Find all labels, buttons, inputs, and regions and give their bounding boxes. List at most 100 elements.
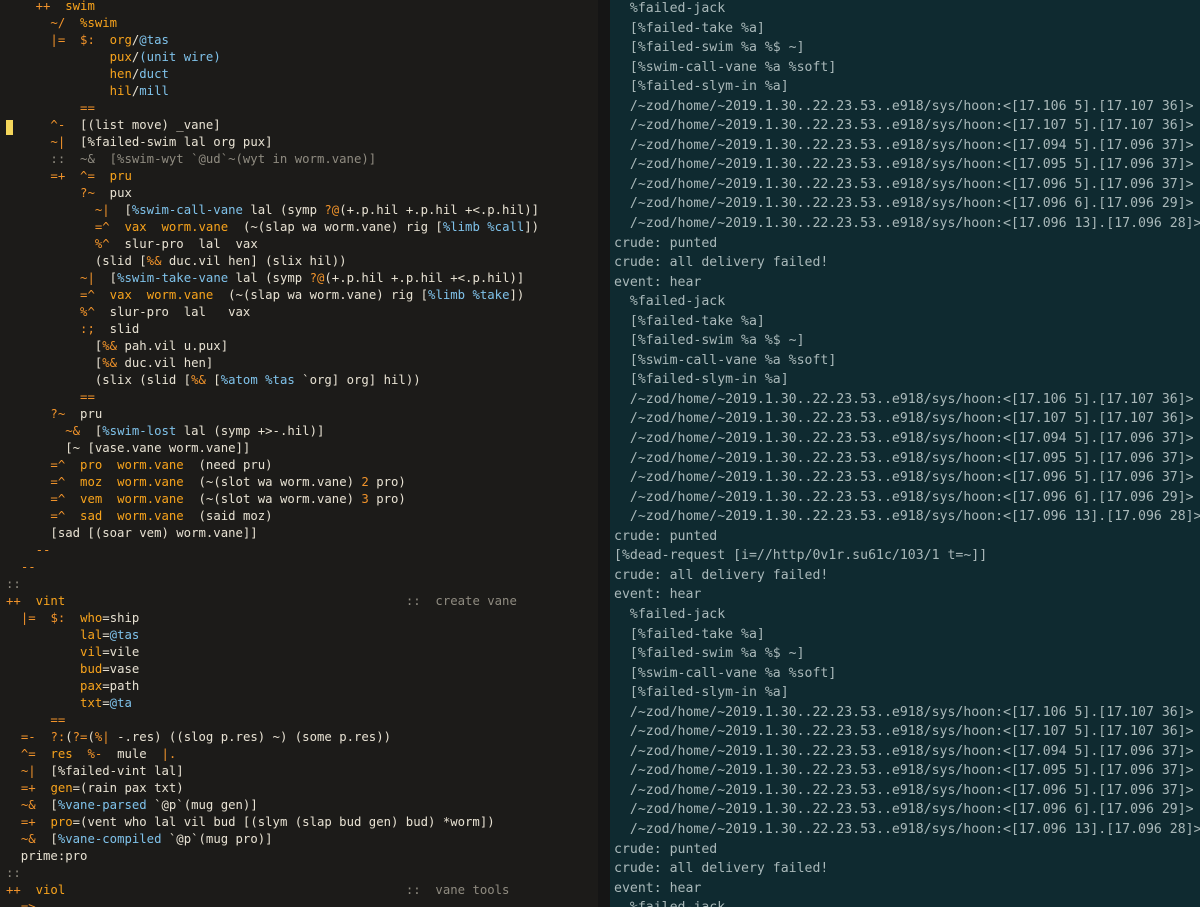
terminal-line: /~zod/home/~2019.1.30..22.23.53..e918/sy…: [614, 489, 1194, 505]
code-token: =: [102, 679, 110, 693]
code-token: worm.vane: [146, 288, 214, 302]
terminal-line: /~zod/home/~2019.1.30..22.23.53..e918/sy…: [614, 137, 1194, 153]
code-line: prime:pro: [0, 848, 598, 865]
code-line: =+ pro=(vent who lal vil bud [(slym (sla…: [0, 814, 598, 831]
code-line: pax=path: [0, 678, 598, 695]
code-token: %limb %call: [442, 220, 525, 234]
code-line: pux/(unit wire): [0, 49, 598, 66]
code-token: =+: [50, 169, 66, 183]
terminal-line: [%failed-swim %a %$ ~]: [614, 333, 805, 349]
terminal-line: /~zod/home/~2019.1.30..22.23.53..e918/sy…: [614, 509, 1200, 525]
code-token: ::: [6, 866, 21, 880]
editor-text[interactable]: ++ swim ~/ %swim |= $: org/@tas pux/(uni…: [0, 0, 598, 907]
code-line: %^ slur-pro lal vax: [0, 304, 598, 321]
code-token: [(list move) _vane]: [80, 118, 221, 132]
code-token: ?@: [309, 271, 325, 285]
code-token: moz: [80, 475, 103, 489]
code-token: vil: [80, 645, 103, 659]
terminal-output: %failed-jack [%failed-take %a] [%failed-…: [610, 0, 1200, 907]
code-token: =-: [20, 730, 36, 744]
code-line: ~| [%failed-vint lal]: [0, 763, 598, 780]
code-token: ]): [524, 220, 540, 234]
code-line: [%& pah.vil u.pux]: [0, 338, 598, 355]
code-line: |= $: who=ship: [0, 610, 598, 627]
code-token: swim: [65, 0, 95, 13]
code-token: slur-pro lal vax: [109, 237, 258, 251]
code-line: =^ sad worm.vane (said moz): [0, 508, 598, 525]
code-token: %swim-call-vane: [131, 203, 243, 217]
code-token: (+.p.hil +.p.hil +<.p.hil)]: [339, 203, 540, 217]
code-token: pro): [368, 492, 406, 506]
terminal-line: crude: punted: [614, 235, 718, 251]
code-token: 2: [361, 475, 369, 489]
code-token: vax: [124, 220, 147, 234]
code-token: ^-: [50, 118, 66, 132]
code-token: ]): [509, 288, 525, 302]
code-line: ==: [0, 389, 598, 406]
terminal-line: /~zod/home/~2019.1.30..22.23.53..e918/sy…: [614, 470, 1194, 486]
code-token: (slid [: [94, 254, 147, 268]
code-token: ==: [80, 101, 95, 115]
terminal-line: crude: all delivery failed!: [614, 255, 829, 271]
code-token: [: [205, 373, 221, 387]
terminal-line: /~zod/home/~2019.1.30..22.23.53..e918/sy…: [614, 98, 1194, 114]
code-token: =^: [50, 509, 66, 523]
code-token: %swim-lost: [102, 424, 177, 438]
code-line: ~| [%swim-take-vane lal (symp ?@(+.p.hil…: [0, 270, 598, 287]
code-editor-pane[interactable]: ++ swim ~/ %swim |= $: org/@tas pux/(uni…: [0, 0, 598, 907]
code-token: prime:pro: [6, 849, 88, 863]
code-token: ~|: [50, 135, 66, 149]
code-line: hil/mill: [0, 83, 598, 100]
code-token: pux: [109, 186, 132, 200]
terminal-line: [%swim-call-vane %a %soft]: [614, 665, 837, 681]
pane-divider[interactable]: [598, 0, 610, 907]
code-line: =+ ^= pru: [0, 168, 598, 185]
terminal-line: [%failed-swim %a %$ ~]: [614, 646, 805, 662]
code-token: duc.vil hen]: [117, 356, 214, 370]
code-line: |= $: org/@tas: [0, 32, 598, 49]
code-token: ::: [6, 577, 21, 591]
code-token: gen: [50, 781, 73, 795]
code-token: :: ~& [%swim-wyt `@ud`~(wyt in worm.vane…: [50, 152, 377, 166]
terminal-line: [%swim-call-vane %a %soft]: [614, 352, 837, 368]
code-token: ==: [50, 713, 66, 727]
code-line: ~| [%failed-swim lal org pux]: [0, 134, 598, 151]
code-line: ~& [%vane-parsed `@p`(mug gen)]: [0, 797, 598, 814]
terminal-line: /~zod/home/~2019.1.30..22.23.53..e918/sy…: [614, 802, 1194, 818]
code-token: hen: [109, 67, 132, 81]
terminal-pane[interactable]: %failed-jack [%failed-take %a] [%failed-…: [610, 0, 1200, 907]
code-token: @ta: [109, 696, 132, 710]
terminal-line: crude: punted: [614, 528, 718, 544]
terminal-line: /~zod/home/~2019.1.30..22.23.53..e918/sy…: [614, 196, 1194, 212]
code-token: %limb %take: [428, 288, 510, 302]
code-token: ~&: [65, 424, 81, 438]
screen: ++ swim ~/ %swim |= $: org/@tas pux/(uni…: [0, 0, 1200, 907]
terminal-line: /~zod/home/~2019.1.30..22.23.53..e918/sy…: [614, 391, 1194, 407]
code-token: who: [80, 611, 103, 625]
code-token: @tas: [139, 33, 169, 47]
